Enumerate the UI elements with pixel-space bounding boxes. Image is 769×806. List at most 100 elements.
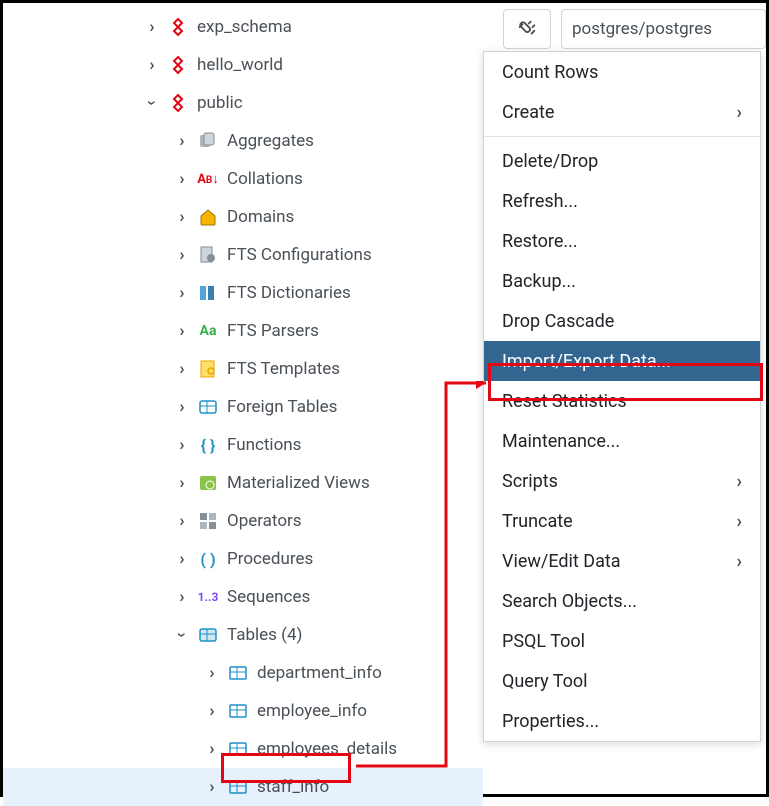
expand-collapse-icon[interactable]: › <box>173 549 191 569</box>
menu-item-psql-tool[interactable]: PSQL Tool <box>484 621 760 661</box>
tree-label: FTS Dictionaries <box>227 283 351 303</box>
expand-collapse-icon[interactable]: › <box>173 169 191 189</box>
menu-item-refresh[interactable]: Refresh... <box>484 181 760 221</box>
expand-collapse-icon[interactable]: › <box>203 777 221 797</box>
expand-collapse-icon[interactable]: › <box>172 626 192 644</box>
operators-icon <box>197 510 219 532</box>
expand-collapse-icon[interactable]: › <box>143 55 161 75</box>
tree-item-fts-dictionaries[interactable]: › FTS Dictionaries <box>3 274 483 312</box>
tree-item-operators[interactable]: › Operators <box>3 502 483 540</box>
tree-item-foreign-tables[interactable]: › Foreign Tables <box>3 388 483 426</box>
schema-icon <box>167 16 189 38</box>
expand-collapse-icon[interactable]: › <box>203 701 221 721</box>
tree-label: FTS Configurations <box>227 245 372 265</box>
tree-label: FTS Parsers <box>227 321 319 341</box>
tables-icon <box>197 624 219 646</box>
connection-label: postgres/postgres <box>572 19 712 39</box>
menu-item-properties[interactable]: Properties... <box>484 701 760 741</box>
fts-templates-icon <box>197 358 219 380</box>
object-tree: › exp_schema › hello_world › public › Ag… <box>3 3 483 806</box>
expand-collapse-icon[interactable]: › <box>203 663 221 683</box>
tree-label: Aggregates <box>227 131 314 151</box>
expand-collapse-icon[interactable]: › <box>173 587 191 607</box>
tree-label: Domains <box>227 207 294 227</box>
menu-item-count-rows[interactable]: Count Rows <box>484 52 760 92</box>
menu-item-search-objects[interactable]: Search Objects... <box>484 581 760 621</box>
materialized-views-icon <box>197 472 219 494</box>
tree-item-collations[interactable]: › AB↓ Collations <box>3 160 483 198</box>
tree-item-fts-configurations[interactable]: › FTS Configurations <box>3 236 483 274</box>
tree-label: employee_info <box>257 701 367 721</box>
tree-item-schema[interactable]: › exp_schema <box>3 8 483 46</box>
tree-label: Materialized Views <box>227 473 370 493</box>
tree-item-schema[interactable]: › hello_world <box>3 46 483 84</box>
expand-collapse-icon[interactable]: › <box>173 131 191 151</box>
tree-item-sequences[interactable]: › 1..3 Sequences <box>3 578 483 616</box>
tree-label: Procedures <box>227 549 313 569</box>
menu-item-truncate[interactable]: Truncate› <box>484 501 760 541</box>
tree-label: hello_world <box>197 55 283 75</box>
expand-collapse-icon[interactable]: › <box>173 245 191 265</box>
tree-item-procedures[interactable]: › ( ) Procedures <box>3 540 483 578</box>
submenu-arrow-icon: › <box>737 102 742 123</box>
expand-collapse-icon[interactable]: › <box>173 397 191 417</box>
expand-collapse-icon[interactable]: › <box>173 207 191 227</box>
tree-item-table[interactable]: › department_info <box>3 654 483 692</box>
tree-item-tables[interactable]: › Tables (4) <box>3 616 483 654</box>
tree-item-table[interactable]: › employees_details <box>3 730 483 768</box>
menu-item-view-edit-data[interactable]: View/Edit Data› <box>484 541 760 581</box>
table-icon <box>227 662 249 684</box>
tree-label: FTS Templates <box>227 359 340 379</box>
expand-collapse-icon[interactable]: › <box>173 359 191 379</box>
menu-item-query-tool[interactable]: Query Tool <box>484 661 760 701</box>
aggregates-icon <box>197 130 219 152</box>
tree-label: public <box>197 93 243 113</box>
expand-collapse-icon[interactable]: › <box>142 94 162 112</box>
tree-item-materialized-views[interactable]: › Materialized Views <box>3 464 483 502</box>
schema-icon <box>167 54 189 76</box>
expand-collapse-icon[interactable]: › <box>203 739 221 759</box>
menu-item-restore[interactable]: Restore... <box>484 221 760 261</box>
fts-parsers-icon: Aa <box>197 320 219 342</box>
expand-collapse-icon[interactable]: › <box>143 17 161 37</box>
foreign-tables-icon <box>197 396 219 418</box>
tree-item-fts-parsers[interactable]: › Aa FTS Parsers <box>3 312 483 350</box>
menu-item-scripts[interactable]: Scripts› <box>484 461 760 501</box>
fts-dictionaries-icon <box>197 282 219 304</box>
table-icon <box>227 776 249 798</box>
collations-icon: AB↓ <box>197 168 219 190</box>
tree-label: exp_schema <box>197 17 292 37</box>
fts-config-icon <box>197 244 219 266</box>
tree-label: Tables (4) <box>227 625 302 645</box>
menu-item-maintenance[interactable]: Maintenance... <box>484 421 760 461</box>
expand-collapse-icon[interactable]: › <box>173 321 191 341</box>
tree-item-fts-templates[interactable]: › FTS Templates <box>3 350 483 388</box>
expand-collapse-icon[interactable]: › <box>173 435 191 455</box>
table-icon <box>227 738 249 760</box>
expand-collapse-icon[interactable]: › <box>173 473 191 493</box>
tree-item-functions[interactable]: › { } Functions <box>3 426 483 464</box>
tree-item-aggregates[interactable]: › Aggregates <box>3 122 483 160</box>
connection-label-box[interactable]: postgres/postgres <box>561 9 766 49</box>
menu-item-reset-stats[interactable]: Reset Statistics <box>484 381 760 421</box>
domains-icon <box>197 206 219 228</box>
menu-item-backup[interactable]: Backup... <box>484 261 760 301</box>
tree-item-table[interactable]: › employee_info <box>3 692 483 730</box>
sequences-icon: 1..3 <box>197 586 219 608</box>
tree-label: Collations <box>227 169 303 189</box>
tree-label: Operators <box>227 511 302 531</box>
expand-collapse-icon[interactable]: › <box>173 511 191 531</box>
tree-item-schema[interactable]: › public <box>3 84 483 122</box>
connection-button[interactable] <box>503 9 551 49</box>
menu-item-import-export[interactable]: Import/Export Data... <box>484 341 760 381</box>
tree-label: staff_info <box>257 777 329 797</box>
menu-item-drop-cascade[interactable]: Drop Cascade <box>484 301 760 341</box>
menu-item-create[interactable]: Create› <box>484 92 760 132</box>
tree-item-domains[interactable]: › Domains <box>3 198 483 236</box>
procedures-icon: ( ) <box>197 548 219 570</box>
table-icon <box>227 700 249 722</box>
tree-item-table-selected[interactable]: › staff_info <box>3 768 483 806</box>
menu-separator <box>484 136 760 137</box>
menu-item-delete[interactable]: Delete/Drop <box>484 141 760 181</box>
expand-collapse-icon[interactable]: › <box>173 283 191 303</box>
